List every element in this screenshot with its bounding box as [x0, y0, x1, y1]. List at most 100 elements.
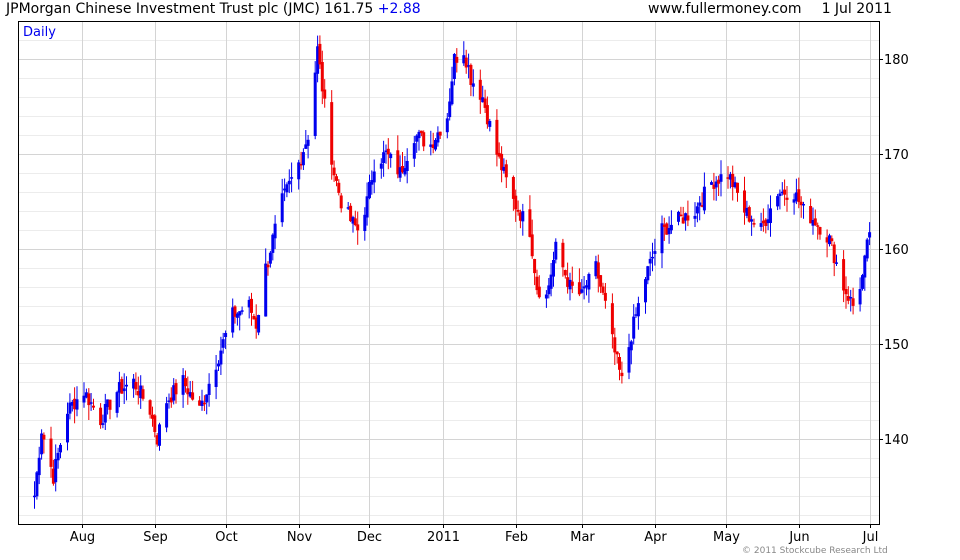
- x-tick-label: Sep: [143, 530, 168, 545]
- up-bar: [412, 143, 416, 159]
- up-bar: [580, 289, 584, 293]
- down-bar: [570, 281, 574, 286]
- up-bar: [552, 260, 555, 277]
- up-bar: [651, 256, 654, 259]
- up-bar: [445, 118, 449, 133]
- up-bar: [849, 297, 853, 299]
- down-bar: [816, 225, 820, 227]
- up-bar: [238, 311, 242, 316]
- up-bar: [644, 279, 647, 303]
- up-bar: [75, 399, 79, 410]
- x-tick-label: Oct: [215, 530, 237, 545]
- up-bar: [554, 241, 558, 260]
- up-bar: [214, 369, 218, 387]
- up-bar: [365, 196, 369, 218]
- down-bar: [686, 215, 690, 221]
- down-bar: [174, 383, 178, 395]
- up-bar: [653, 251, 657, 254]
- up-bar: [863, 255, 867, 278]
- up-bar: [306, 139, 310, 146]
- down-bar: [615, 351, 619, 355]
- up-bar: [158, 424, 161, 446]
- down-bar: [679, 214, 683, 217]
- down-bar: [537, 286, 541, 298]
- up-bar: [240, 310, 244, 312]
- up-bar: [268, 252, 272, 264]
- up-bar: [627, 347, 631, 373]
- up-bar: [587, 274, 591, 290]
- up-bar: [54, 459, 58, 483]
- down-bar: [148, 400, 152, 415]
- up-bar: [221, 339, 225, 348]
- down-bar: [120, 379, 124, 394]
- up-bar: [759, 223, 763, 227]
- up-bar: [115, 392, 119, 413]
- down-bar: [832, 244, 836, 264]
- up-bar: [629, 341, 633, 351]
- down-bar: [603, 292, 607, 301]
- down-bar: [610, 303, 614, 335]
- price-chart: 140 150 160 170 180 Aug Sep Oct Nov Dec 2011 Feb Mar…: [18, 21, 909, 545]
- down-bar: [141, 389, 145, 399]
- down-bar: [561, 242, 565, 268]
- down-bar: [478, 79, 482, 100]
- up-bar: [669, 224, 673, 231]
- up-bar: [89, 402, 93, 404]
- up-bar: [205, 394, 209, 403]
- up-bar: [224, 333, 228, 337]
- x-tick-label: Mar: [570, 530, 595, 545]
- up-bar: [677, 211, 680, 222]
- down-bar: [613, 337, 617, 353]
- y-tick-label: 150: [884, 338, 909, 353]
- up-bar: [450, 81, 454, 105]
- down-bar: [337, 182, 341, 193]
- up-bar: [858, 289, 862, 305]
- x-tick-label: Apr: [644, 530, 667, 545]
- down-bar: [752, 223, 756, 225]
- down-bar: [191, 392, 195, 400]
- up-bar: [257, 315, 261, 333]
- down-bar: [511, 177, 515, 199]
- up-bar: [372, 171, 376, 183]
- down-bar: [49, 438, 53, 467]
- down-bar: [785, 197, 789, 200]
- x-tick-label: May: [713, 530, 740, 545]
- x-tick-label: Dec: [357, 530, 382, 545]
- down-bar: [250, 298, 253, 313]
- y-tick-label: 140: [884, 433, 909, 448]
- x-tick-label: Jul: [862, 530, 879, 545]
- down-bar: [830, 238, 834, 242]
- down-bar: [797, 189, 801, 203]
- up-bar: [273, 223, 277, 239]
- up-bar: [802, 204, 805, 206]
- down-bar: [533, 259, 537, 274]
- down-bar: [495, 119, 499, 155]
- down-bar: [153, 415, 157, 432]
- down-bar: [516, 209, 520, 212]
- up-bar: [648, 258, 652, 264]
- down-bar: [818, 227, 822, 235]
- y-tick-label: 170: [884, 148, 909, 163]
- down-bar: [469, 64, 473, 85]
- up-bar: [313, 72, 317, 136]
- up-bar: [285, 184, 289, 193]
- down-bar: [330, 102, 334, 165]
- up-bar: [778, 193, 782, 196]
- down-bar: [184, 378, 187, 387]
- up-bar: [290, 177, 294, 179]
- up-bar: [101, 423, 105, 425]
- down-bar: [514, 195, 518, 210]
- down-bar: [332, 167, 336, 176]
- up-bar: [382, 152, 386, 163]
- up-bar: [632, 316, 636, 339]
- up-bar: [521, 211, 525, 222]
- up-bar: [776, 196, 780, 207]
- up-bar: [287, 180, 291, 185]
- down-bar: [42, 434, 46, 440]
- down-bar: [422, 132, 426, 147]
- down-bar: [339, 195, 343, 209]
- x-tick-label: Aug: [70, 530, 95, 545]
- y-tick-label: 180: [884, 53, 909, 68]
- up-bar: [769, 208, 772, 223]
- up-bar: [405, 161, 409, 171]
